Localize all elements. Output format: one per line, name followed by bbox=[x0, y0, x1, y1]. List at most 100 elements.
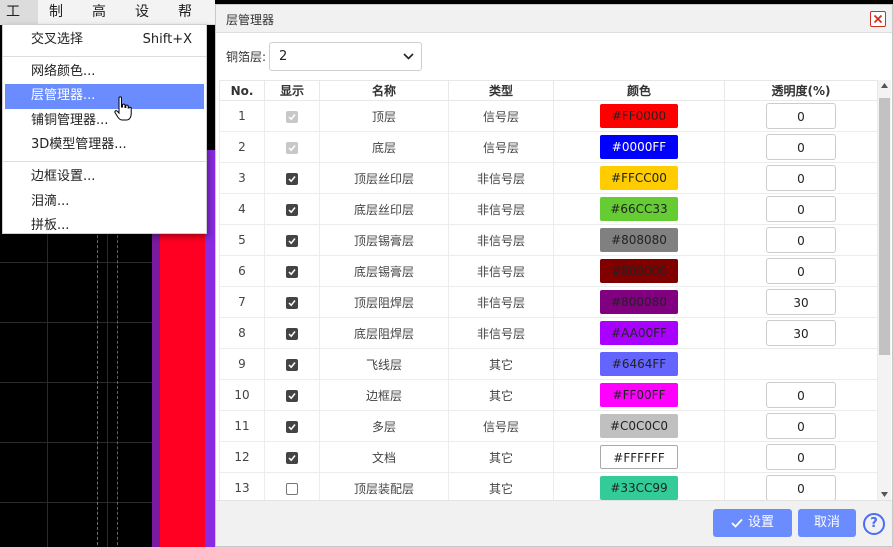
layer-visible-checkbox[interactable] bbox=[286, 296, 298, 309]
chevron-down-icon bbox=[403, 52, 414, 60]
table-row[interactable]: 12 文档 其它 #FFFFFF 0 bbox=[219, 441, 878, 473]
layer-visible-checkbox[interactable] bbox=[286, 420, 298, 433]
layer-number: 3 bbox=[219, 162, 265, 194]
layer-type: 信号层 bbox=[448, 410, 554, 442]
layer-number: 4 bbox=[219, 193, 265, 225]
layer-color-cell: #C0C0C0 bbox=[553, 410, 725, 442]
menu-item-net-color[interactable]: 网络颜色... bbox=[3, 60, 206, 85]
color-swatch[interactable]: #66CC33 bbox=[600, 197, 678, 221]
layer-visible-checkbox[interactable] bbox=[286, 234, 298, 247]
menu-item-copper-pour-manager[interactable]: 铺铜管理器... bbox=[3, 109, 206, 134]
layer-visible-checkbox bbox=[286, 110, 298, 123]
close-icon[interactable] bbox=[870, 11, 886, 27]
table-row[interactable]: 4 底层丝印层 非信号层 #66CC33 0 bbox=[219, 193, 878, 225]
menu-tools[interactable]: 工具 bbox=[0, 0, 38, 45]
layer-name: 顶层锡膏层 bbox=[319, 224, 449, 256]
column-header-type: 类型 bbox=[448, 80, 554, 101]
opacity-input[interactable]: 0 bbox=[766, 475, 836, 500]
menu-help[interactable]: 帮助 bbox=[172, 0, 210, 45]
table-row[interactable]: 11 多层 信号层 #C0C0C0 0 bbox=[219, 410, 878, 442]
layer-color-cell: #6464FF bbox=[553, 348, 725, 380]
cancel-button[interactable]: 取消 bbox=[798, 509, 856, 537]
layer-visible-checkbox[interactable] bbox=[286, 265, 298, 278]
scrollbar-thumb[interactable] bbox=[879, 98, 890, 355]
color-swatch[interactable]: #800080 bbox=[600, 290, 678, 314]
color-swatch[interactable]: #FF00FF bbox=[600, 383, 678, 407]
table-row[interactable]: 2 底层 信号层 #0000FF 0 bbox=[219, 131, 878, 163]
opacity-input[interactable]: 0 bbox=[766, 134, 836, 160]
layer-name: 底层阻焊层 bbox=[319, 317, 449, 349]
table-scrollbar[interactable] bbox=[878, 80, 891, 500]
layer-color-cell: #AA00FF bbox=[553, 317, 725, 349]
menu-item-teardrop[interactable]: 泪滴... bbox=[3, 190, 206, 215]
table-row[interactable]: 8 底层阻焊层 非信号层 #AA00FF 30 bbox=[219, 317, 878, 349]
table-row[interactable]: 7 顶层阻焊层 非信号层 #800080 30 bbox=[219, 286, 878, 318]
menu-item-cross-select[interactable]: 交叉选择 Shift+X bbox=[3, 28, 206, 53]
color-swatch[interactable]: #FFCC00 bbox=[600, 166, 678, 190]
menu-advanced[interactable]: 高级 bbox=[86, 0, 124, 45]
layer-visible-checkbox[interactable] bbox=[286, 358, 298, 371]
table-row[interactable]: 3 顶层丝印层 非信号层 #FFCC00 0 bbox=[219, 162, 878, 194]
table-row[interactable]: 6 底层锡膏层 非信号层 #800000 0 bbox=[219, 255, 878, 287]
layer-type: 信号层 bbox=[448, 100, 554, 132]
color-swatch[interactable]: #FFFFFF bbox=[600, 445, 678, 469]
layer-type: 其它 bbox=[448, 348, 554, 380]
layer-visible-checkbox[interactable] bbox=[286, 203, 298, 216]
table-row[interactable]: 10 边框层 其它 #FF00FF 0 bbox=[219, 379, 878, 411]
menu-bar: 工具 制造 高级 设置 帮助 bbox=[0, 0, 215, 45]
menu-separator bbox=[3, 160, 206, 162]
color-swatch[interactable]: #AA00FF bbox=[600, 321, 678, 345]
layer-color-cell: #FF0000 bbox=[553, 100, 725, 132]
opacity-input[interactable]: 0 bbox=[766, 444, 836, 470]
layer-name: 顶层装配层 bbox=[319, 472, 449, 500]
menu-item-3d-model-manager[interactable]: 3D模型管理器... bbox=[3, 133, 206, 158]
layer-type: 非信号层 bbox=[448, 255, 554, 287]
table-row[interactable]: 1 顶层 信号层 #FF0000 0 bbox=[219, 100, 878, 132]
layer-visible-checkbox[interactable] bbox=[286, 482, 298, 495]
layer-visible-checkbox[interactable] bbox=[286, 172, 298, 185]
layer-visible-checkbox[interactable] bbox=[286, 389, 298, 402]
layers-table: No. 显示 名称 类型 颜色 透明度(%) 1 顶层 信号层 #FF0000 0 2 底层… bbox=[219, 80, 878, 500]
opacity-input[interactable]: 0 bbox=[766, 413, 836, 439]
table-row[interactable]: 9 飞线层 其它 #6464FF bbox=[219, 348, 878, 380]
opacity-input[interactable]: 30 bbox=[766, 289, 836, 315]
layer-visible-cell bbox=[264, 410, 320, 442]
ratsnest-line bbox=[117, 230, 118, 547]
menu-fabrication[interactable]: 制造 bbox=[43, 0, 81, 45]
layer-number: 8 bbox=[219, 317, 265, 349]
menu-item-border-settings[interactable]: 边框设置... bbox=[3, 165, 206, 190]
layer-visible-checkbox[interactable] bbox=[286, 451, 298, 464]
dialog-title-bar[interactable]: 层管理器 bbox=[216, 5, 892, 33]
table-row[interactable]: 13 顶层装配层 其它 #33CC99 0 bbox=[219, 472, 878, 500]
copper-layers-select[interactable]: 2 bbox=[269, 41, 423, 71]
color-swatch[interactable]: #800000 bbox=[600, 259, 678, 283]
layer-visible-checkbox[interactable] bbox=[286, 327, 298, 340]
layer-visible-cell bbox=[264, 131, 320, 163]
scroll-up-icon[interactable] bbox=[881, 83, 888, 88]
hand-pointer-icon bbox=[114, 96, 132, 122]
color-swatch[interactable]: #C0C0C0 bbox=[600, 414, 678, 438]
color-swatch[interactable]: #33CC99 bbox=[600, 476, 678, 500]
opacity-input[interactable]: 0 bbox=[766, 227, 836, 253]
opacity-input[interactable]: 0 bbox=[766, 258, 836, 284]
color-swatch[interactable]: #0000FF bbox=[600, 135, 678, 159]
menu-settings[interactable]: 设置 bbox=[129, 0, 167, 45]
opacity-input[interactable]: 0 bbox=[766, 382, 836, 408]
table-row[interactable]: 5 顶层锡膏层 非信号层 #808080 0 bbox=[219, 224, 878, 256]
color-swatch[interactable]: #6464FF bbox=[600, 352, 678, 376]
layer-visible-cell bbox=[264, 162, 320, 194]
color-swatch[interactable]: #808080 bbox=[600, 228, 678, 252]
menu-item-panelize[interactable]: 拼板... bbox=[3, 214, 206, 239]
opacity-input[interactable]: 0 bbox=[766, 196, 836, 222]
color-swatch[interactable]: #FF0000 bbox=[600, 104, 678, 128]
dialog-footer: 设置 取消 ? bbox=[216, 500, 892, 546]
menu-item-layer-manager[interactable]: 层管理器... bbox=[5, 84, 204, 109]
opacity-input[interactable]: 30 bbox=[766, 320, 836, 346]
help-icon[interactable]: ? bbox=[863, 513, 885, 535]
opacity-input[interactable]: 0 bbox=[766, 103, 836, 129]
scroll-down-icon[interactable] bbox=[881, 492, 888, 497]
apply-button[interactable]: 设置 bbox=[713, 509, 792, 537]
layer-opacity-cell: 30 bbox=[724, 286, 878, 318]
opacity-input[interactable]: 0 bbox=[766, 165, 836, 191]
layer-number: 7 bbox=[219, 286, 265, 318]
